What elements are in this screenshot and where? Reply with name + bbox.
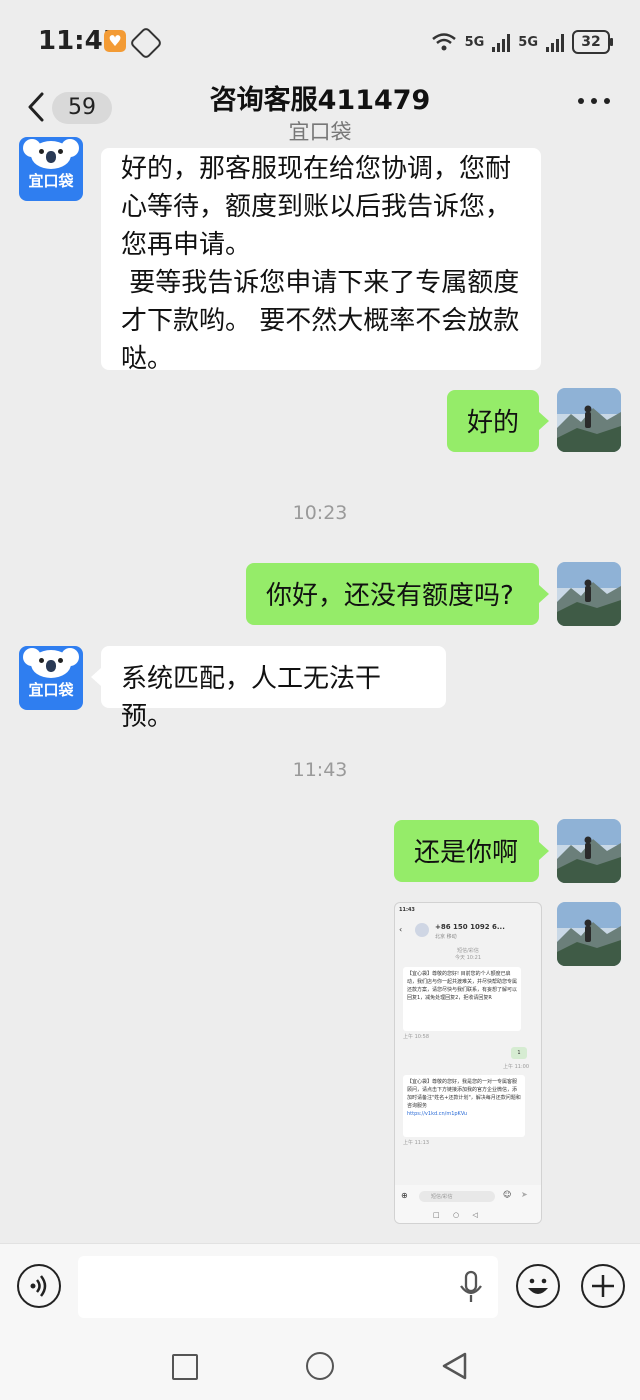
network-type-2: 5G	[518, 34, 538, 50]
message-text: 系统匹配，人工无法干预。	[121, 664, 382, 732]
user-avatar[interactable]	[557, 819, 621, 883]
shot-contact-avatar	[415, 923, 429, 937]
message-line: 心等待，额度到账以后我告诉您，	[121, 192, 512, 222]
back-nav-button[interactable]	[440, 1351, 470, 1381]
shot-header-note2: 今天 10:21	[455, 955, 481, 961]
message-line: 哒。	[121, 344, 174, 374]
message-bubble-agent[interactable]: 好的，那客服现在给您协调，您耐 心等待，额度到账以后我告诉您， 您再申请。 要等…	[101, 148, 541, 374]
agent-avatar[interactable]: 宜口袋	[19, 646, 83, 710]
shot-input: 短信/彩信	[419, 1191, 495, 1202]
network-type-1: 5G	[464, 34, 485, 50]
message-input[interactable]	[78, 1256, 498, 1318]
shot-sms-2-text: 【宜心袋】尊敬的您好，我是您的一对一专属客服顾问，请点击下方链接添加我的官方企业…	[407, 1079, 521, 1109]
user-avatar[interactable]	[557, 388, 621, 452]
shot-sms-1-time: 上午 10:58	[403, 1034, 429, 1040]
shot-sms-1: 【宜心袋】尊敬的您好! 目前您的个人额度已启动，我们店与你一起共渡难关，并尽快帮…	[403, 967, 521, 1031]
shot-time: 11:43	[399, 907, 415, 913]
home-button[interactable]	[306, 1352, 334, 1380]
shot-sms-2-link: https://v1kd.cn/m1pKVu	[407, 1111, 468, 1117]
message-bubble-user[interactable]: 好的	[447, 390, 539, 452]
hand-notification-icon	[129, 26, 163, 60]
shot-reply-time: 上午 11:00	[503, 1064, 529, 1070]
status-indicators: 5G 5G 32	[431, 30, 613, 54]
shot-reply: 1	[511, 1047, 527, 1059]
more-actions-button[interactable]	[581, 1264, 625, 1308]
shot-input-placeholder: 短信/彩信	[431, 1194, 453, 1200]
message-line: 好的，那客服现在给您协调，您耐	[121, 154, 512, 184]
shot-send-icon: ➤	[521, 1190, 528, 1199]
bubble-tail	[539, 585, 549, 603]
emoji-icon	[528, 1278, 548, 1294]
signal-icon	[546, 32, 564, 52]
bubble-tail	[539, 842, 549, 860]
bubble-tail	[539, 412, 549, 430]
shot-nav-icons: □ ○ ◁	[433, 1211, 478, 1219]
battery-indicator: 32	[572, 30, 613, 54]
more-options-icon[interactable]	[578, 98, 610, 104]
voice-icon	[30, 1275, 47, 1297]
message-line: 要等我告诉您申请下来了专属额度	[121, 268, 520, 298]
user-avatar[interactable]	[557, 902, 621, 966]
message-bubble-user[interactable]: 你好，还没有额度吗?	[246, 563, 539, 625]
plus-icon	[592, 1275, 614, 1297]
timestamp: 11:43	[292, 759, 348, 781]
user-avatar[interactable]	[557, 562, 621, 626]
shot-sms-2: 【宜心袋】尊敬的您好，我是您的一对一专属客服顾问，请点击下方链接添加我的官方企业…	[403, 1075, 525, 1137]
message-text: 还是你啊	[414, 838, 519, 868]
timestamp: 10:23	[292, 502, 348, 524]
voice-input-button[interactable]	[17, 1264, 61, 1308]
bubble-tail	[91, 668, 101, 686]
wifi-icon	[431, 33, 456, 51]
recent-apps-button[interactable]	[172, 1354, 198, 1380]
agent-avatar[interactable]: 宜口袋	[19, 137, 83, 201]
shot-back-icon: ‹	[399, 925, 403, 934]
emoji-button[interactable]	[516, 1264, 560, 1308]
shot-contact: +86 150 1092 6...	[435, 923, 505, 931]
chat-title: 咨询客服411479	[209, 85, 431, 116]
shot-header-note: 短信/彩信	[457, 948, 479, 954]
chat-subtitle: 宜口袋	[288, 120, 352, 144]
heart-app-icon: ♥	[104, 30, 126, 52]
microphone-icon[interactable]	[458, 1270, 484, 1304]
signal-icon	[492, 32, 511, 52]
shot-contact-sub: 北京 移动	[435, 934, 457, 940]
shot-input-area: ⊕ 短信/彩信 ☺ ➤ □ ○ ◁	[395, 1185, 541, 1223]
message-line: 才下款哟。 要不然大概率不会放款	[121, 306, 520, 336]
message-text: 好的	[467, 408, 520, 438]
message-line: 您再申请。	[121, 230, 252, 260]
shared-screenshot-image[interactable]: 11:43 ‹ +86 150 1092 6... 北京 移动 短信/彩信 今天…	[394, 902, 542, 1224]
message-bubble-agent[interactable]: 系统匹配，人工无法干预。	[101, 646, 446, 732]
message-bubble-user[interactable]: 还是你啊	[394, 820, 539, 882]
shot-plus-icon: ⊕	[401, 1191, 408, 1200]
message-text: 你好，还没有额度吗?	[266, 581, 514, 611]
shot-emoji-icon: ☺	[503, 1190, 512, 1199]
shot-sms-2-time: 上午 11:13	[403, 1140, 429, 1146]
